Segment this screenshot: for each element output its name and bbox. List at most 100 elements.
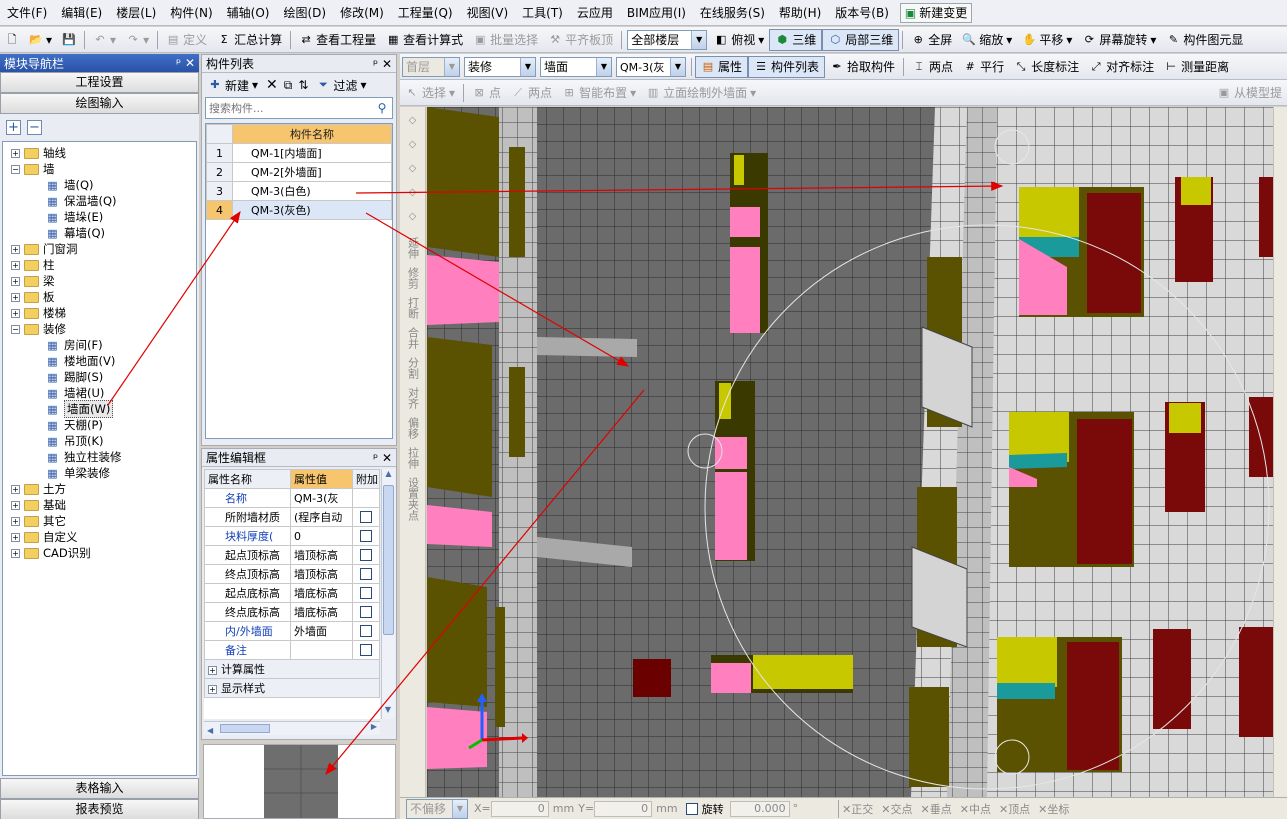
tool-3[interactable]: 合并 <box>405 327 421 349</box>
undo-button[interactable]: ↶ ▾ <box>88 29 121 51</box>
property-value[interactable]: 墙顶标高 <box>290 545 353 565</box>
tree-item[interactable]: ▦ 墙面(W) <box>3 400 196 418</box>
tool-4[interactable]: 分割 <box>405 357 421 379</box>
component-select[interactable]: QM-3(灰 ▼ <box>616 56 686 77</box>
type-select[interactable]: 墙面 ▼ <box>540 56 612 77</box>
batch-select-button[interactable]: ▣ 批量选择 <box>468 29 543 51</box>
pin-icon[interactable]: ᵖ <box>373 57 378 71</box>
tree-item[interactable]: ▦ 幕墙(Q) <box>3 225 196 241</box>
property-value[interactable]: 墙顶标高 <box>290 564 353 584</box>
menu-item-13[interactable]: 帮助(H) <box>772 0 828 25</box>
collapse-all-button[interactable]: − <box>27 119 42 135</box>
floor-select[interactable]: 首层 ▼ <box>402 56 460 77</box>
zoom-button[interactable]: 🔍 缩放 ▾ <box>957 29 1017 51</box>
property-value[interactable]: 墙底标高 <box>290 583 353 603</box>
tree-item[interactable]: + 板 <box>3 289 196 305</box>
scroll-right-icon[interactable]: ▶ <box>371 722 377 731</box>
property-value[interactable] <box>290 640 353 660</box>
move-icon[interactable]: ◇ <box>405 187 421 207</box>
expand-all-button[interactable]: + <box>6 119 21 135</box>
menu-item-7[interactable]: 工程量(Q) <box>391 0 460 25</box>
viewport-scrollbar[interactable] <box>1273 107 1287 797</box>
property-row[interactable]: 名称 QM-3(灰 <box>204 488 380 508</box>
tree-item[interactable]: + CAD识别 <box>3 545 196 561</box>
table-input-button[interactable]: 表格输入 <box>0 778 199 799</box>
collapse-icon[interactable]: − <box>11 324 20 334</box>
3d-viewport[interactable] <box>427 107 1287 797</box>
menu-item-3[interactable]: 构件(N) <box>163 0 219 25</box>
scroll-up-icon[interactable]: ▲ <box>382 469 395 483</box>
offset-select[interactable]: 不偏移 ▼ <box>406 798 468 819</box>
component-list-button[interactable]: ☰ 构件列表 <box>748 55 826 78</box>
attach-checkbox[interactable] <box>360 568 372 580</box>
scroll-down-icon[interactable]: ▼ <box>382 705 394 719</box>
menu-item-4[interactable]: 辅轴(O) <box>220 0 277 25</box>
tree-item[interactable]: ▦ 墙裙(U) <box>3 385 196 401</box>
new-change-button[interactable]: ▣ 新建变更 <box>899 2 973 23</box>
tree-item[interactable]: ▦ 独立柱装修 <box>3 449 196 465</box>
property-row[interactable]: 起点顶标高 墙顶标高 <box>204 545 380 565</box>
scroll-left-icon[interactable]: ◀ <box>204 726 213 735</box>
menu-item-1[interactable]: 编辑(E) <box>54 0 109 25</box>
point-button[interactable]: ⊠ 点 <box>467 82 506 104</box>
redo-button[interactable]: ↷ ▾ <box>121 29 154 51</box>
tree-item[interactable]: ▦ 踢脚(S) <box>3 369 196 385</box>
project-settings-button[interactable]: 工程设置 <box>0 72 199 93</box>
property-button[interactable]: ▤ 属性 <box>695 55 749 78</box>
mirror-icon[interactable]: ◇ <box>405 163 421 183</box>
rotate-checkbox[interactable] <box>685 802 698 815</box>
property-row[interactable]: 终点顶标高 墙顶标高 <box>204 564 380 584</box>
local-3d-button[interactable]: ⬡ 局部三维 <box>822 28 900 51</box>
tree-item[interactable]: + 土方 <box>3 481 196 497</box>
attach-checkbox[interactable] <box>360 644 372 656</box>
expand-icon[interactable]: + <box>11 516 20 526</box>
search-icon[interactable]: ⚲ <box>372 101 392 115</box>
component-name-cell[interactable]: QM-3(灰色) <box>232 200 392 220</box>
tree-item[interactable]: ▦ 房间(F) <box>3 337 196 353</box>
property-row[interactable]: 块料厚度(0 <box>204 526 380 546</box>
close-icon[interactable]: ✕ <box>382 57 392 71</box>
hscroll-thumb[interactable] <box>220 724 270 733</box>
parallel-button[interactable]: # 平行 <box>958 56 1009 78</box>
component-position-button[interactable]: ✎ 构件图元显 <box>1161 29 1248 51</box>
pan-button[interactable]: ✋ 平移 ▾ <box>1017 29 1077 51</box>
expand-icon[interactable]: + <box>11 500 20 510</box>
component-row[interactable]: 1 QM-1[内墙面] <box>206 143 392 163</box>
select-button[interactable]: ↖ 选择 ▾ <box>400 82 460 104</box>
property-value[interactable]: 0 <box>290 526 353 546</box>
collapse-icon[interactable]: − <box>11 164 20 174</box>
menu-item-12[interactable]: 在线服务(S) <box>693 0 772 25</box>
tree-item[interactable]: + 其它 <box>3 513 196 529</box>
align-mark-button[interactable]: ⤢ 对齐标注 <box>1084 56 1159 78</box>
property-value[interactable]: QM-3(灰 <box>290 488 353 508</box>
property-row[interactable]: 终点底标高 墙底标高 <box>204 602 380 622</box>
sum-calc-button[interactable]: Σ 汇总计算 <box>212 29 287 51</box>
property-value[interactable]: 墙底标高 <box>290 602 353 622</box>
tool-5[interactable]: 对齐 <box>405 387 421 409</box>
property-value[interactable]: 外墙面 <box>290 621 353 641</box>
tree-item[interactable]: + 自定义 <box>3 529 196 545</box>
top-view-button[interactable]: ◧ 俯视 ▾ <box>709 29 769 51</box>
tree-item[interactable]: ▦ 楼地面(V) <box>3 353 196 369</box>
attach-checkbox[interactable] <box>360 549 372 561</box>
property-row[interactable]: 起点底标高 墙底标高 <box>204 583 380 603</box>
pin-icon[interactable]: ᵖ <box>176 56 181 70</box>
menu-item-10[interactable]: 云应用 <box>570 0 620 25</box>
copy-icon[interactable]: ⧉ <box>284 78 293 93</box>
elevation-draw-button[interactable]: ▥ 立面绘制外墙面 ▾ <box>641 82 761 104</box>
tree-item[interactable]: ▦ 墙垛(E) <box>3 209 196 225</box>
tree-item[interactable]: − 墙 <box>3 161 196 177</box>
expand-icon[interactable]: + <box>208 684 217 694</box>
snap-option[interactable]: ✕交点 <box>881 801 912 817</box>
tool-8[interactable]: 设置夹点 <box>405 477 421 521</box>
tree-item[interactable]: + 轴线 <box>3 145 196 161</box>
three-d-button[interactable]: ⬢ 三维 <box>769 28 823 51</box>
angle-input[interactable]: 0.000 <box>729 800 790 817</box>
new-file-button[interactable]: 🗋 <box>0 29 24 51</box>
expand-icon[interactable]: + <box>11 532 20 542</box>
snap-option[interactable]: ✕正交 <box>842 801 873 817</box>
expand-icon[interactable]: + <box>11 148 20 158</box>
close-icon[interactable]: ✕ <box>185 56 195 70</box>
menu-item-8[interactable]: 视图(V) <box>460 0 516 25</box>
building-3d-view[interactable] <box>427 107 1287 797</box>
